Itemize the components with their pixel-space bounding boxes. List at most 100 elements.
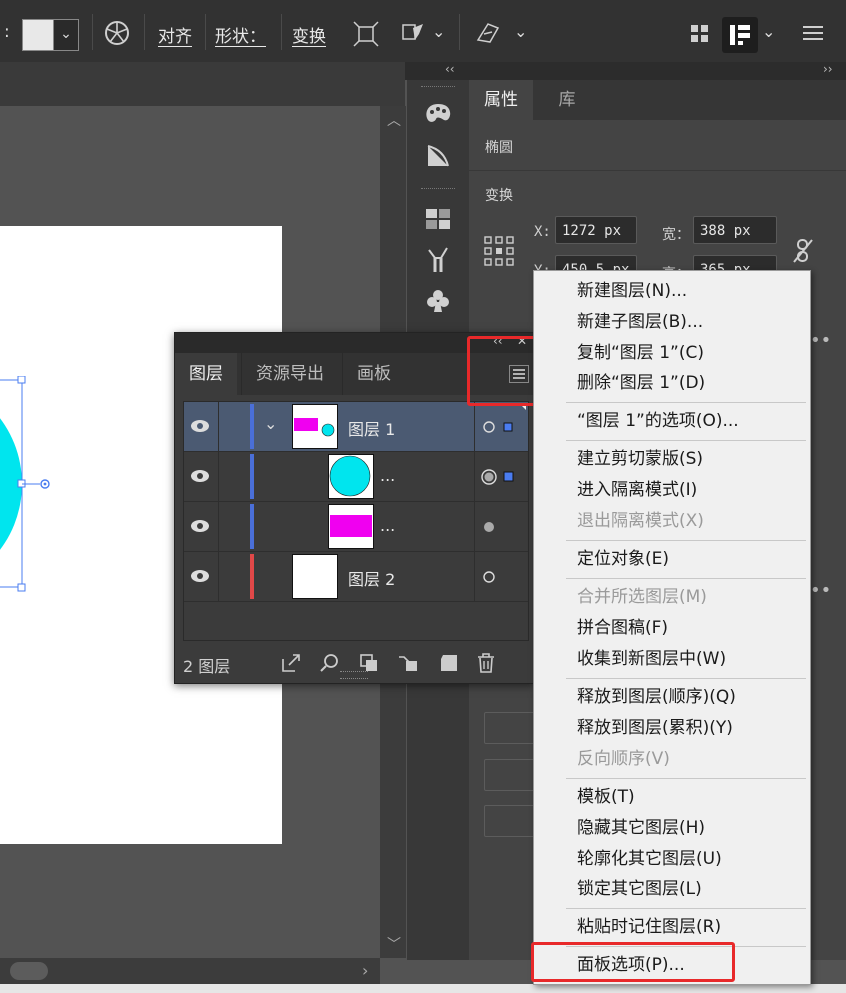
highlight-menu-button bbox=[467, 336, 537, 406]
new-layer-icon[interactable] bbox=[439, 653, 459, 673]
target-circle-icon[interactable] bbox=[482, 420, 522, 434]
locate-search-icon[interactable] bbox=[319, 653, 339, 673]
menu-item-layer-options[interactable]: “图层 1”的选项(O)... bbox=[534, 406, 810, 437]
envelope-distort-icon[interactable] bbox=[474, 20, 502, 46]
menu-item-delete-layer[interactable]: 删除“图层 1”(D) bbox=[534, 368, 810, 399]
menu-separator bbox=[566, 778, 806, 779]
gradient-icon[interactable] bbox=[424, 142, 452, 170]
tab-libraries[interactable]: 库 bbox=[537, 80, 597, 120]
transform-link[interactable]: 变换 bbox=[292, 22, 326, 47]
width-field[interactable]: 388 px bbox=[693, 216, 777, 244]
dock-collapse-bar: ‹‹ ›› bbox=[405, 62, 846, 80]
menu-item-new-layer[interactable]: 新建图层(N)... bbox=[534, 276, 810, 307]
target-circle-icon[interactable] bbox=[482, 520, 496, 534]
scroll-down-icon[interactable]: ﹀ bbox=[387, 934, 401, 954]
canvas-horizontal-scrollbar[interactable]: › bbox=[0, 958, 380, 984]
collapse-left-icon[interactable]: ‹‹ bbox=[445, 62, 455, 76]
more-options-icon[interactable]: •• bbox=[810, 330, 831, 351]
panel-menu-icon[interactable] bbox=[802, 24, 824, 42]
delete-trash-icon[interactable] bbox=[477, 652, 495, 674]
menu-item-flatten-artwork[interactable]: 拼合图稿(F) bbox=[534, 613, 810, 644]
grip bbox=[421, 86, 455, 89]
export-icon[interactable] bbox=[281, 653, 301, 673]
visibility-eye-icon[interactable] bbox=[190, 419, 210, 433]
clipping-mask-icon[interactable] bbox=[359, 653, 379, 673]
highlight-panel-options bbox=[531, 942, 735, 982]
isolate-object-icon[interactable] bbox=[352, 20, 380, 48]
menu-item-paste-remembers-layers[interactable]: 粘贴时记住图层(R) bbox=[534, 912, 810, 943]
tab-artboards[interactable]: 画板 bbox=[342, 353, 405, 395]
swatches-icon[interactable] bbox=[425, 208, 451, 230]
menu-separator bbox=[566, 540, 806, 541]
resize-grip[interactable] bbox=[340, 671, 368, 679]
divider bbox=[92, 14, 93, 50]
layer-color-bar bbox=[250, 554, 254, 599]
brushes-icon[interactable] bbox=[425, 244, 451, 274]
menu-item-new-sublayer[interactable]: 新建子图层(B)... bbox=[534, 307, 810, 338]
more-options-icon[interactable]: •• bbox=[810, 580, 831, 601]
align-link[interactable]: 对齐 bbox=[158, 22, 192, 47]
arrange-dropdown-chevron-icon[interactable]: ⌄ bbox=[762, 22, 775, 41]
layer-color-bar bbox=[250, 454, 254, 499]
layer-row[interactable]: ⌄ 图层 1 bbox=[184, 402, 528, 452]
menu-item-exit-isolation-mode: 退出隔离模式(X) bbox=[577, 511, 704, 531]
menu-item-template[interactable]: 模板(T) bbox=[534, 782, 810, 813]
menu-item-duplicate-layer[interactable]: 复制“图层 1”(C) bbox=[534, 338, 810, 369]
shape-link[interactable]: 形状： bbox=[215, 22, 266, 47]
collapse-right-icon[interactable]: ›› bbox=[823, 62, 833, 76]
target-selected-icon[interactable] bbox=[480, 468, 520, 486]
menu-item-outline-others[interactable]: 轮廓化其它图层(U) bbox=[534, 844, 810, 875]
menu-item-make-clipping-mask[interactable]: 建立剪切蒙版(S) bbox=[534, 444, 810, 475]
visibility-eye-icon[interactable] bbox=[190, 569, 210, 583]
expand-chevron-icon[interactable]: ⌄ bbox=[264, 414, 277, 433]
layer-count: 2 图层 bbox=[183, 657, 231, 676]
scroll-up-icon[interactable]: ︿ bbox=[387, 110, 401, 130]
grid-layout-icon[interactable] bbox=[690, 24, 710, 44]
fill-swatch[interactable] bbox=[22, 19, 54, 51]
menu-item-lock-others[interactable]: 锁定其它图层(L) bbox=[534, 874, 810, 905]
warp-shape-icon[interactable] bbox=[401, 20, 427, 46]
new-sublayer-icon[interactable] bbox=[397, 653, 419, 673]
layer-row[interactable]: 图层 2 bbox=[184, 552, 528, 602]
selected-ellipse[interactable] bbox=[0, 376, 60, 592]
object-name: ... bbox=[380, 466, 396, 485]
layer-row[interactable]: ... bbox=[184, 502, 528, 552]
constrain-proportions-link-icon[interactable] bbox=[792, 238, 814, 264]
scroll-right-icon[interactable]: › bbox=[362, 961, 368, 980]
menu-item-release-to-layers-build[interactable]: 释放到图层(累积)(Y) bbox=[534, 713, 810, 744]
object-type-label: 椭圆 bbox=[485, 140, 513, 156]
recolor-wheel-icon[interactable] bbox=[104, 20, 130, 46]
tab-layers[interactable]: 图层 bbox=[175, 353, 237, 395]
menu-item-merge-selected: 合并所选图层(M) bbox=[577, 587, 707, 607]
distort-dropdown-chevron-icon[interactable]: ⌄ bbox=[514, 22, 527, 41]
menu-item-locate-object[interactable]: 定位对象(E) bbox=[534, 544, 810, 575]
layer-name: 图层 2 bbox=[348, 570, 396, 589]
divider bbox=[474, 502, 475, 551]
warp-dropdown-chevron-icon[interactable]: ⌄ bbox=[432, 22, 445, 41]
fill-dropdown-chevron-icon[interactable]: ⌄ bbox=[53, 19, 79, 51]
layers-list: ⌄ 图层 1 ... ... 图层 2 bbox=[183, 401, 529, 641]
visibility-eye-icon[interactable] bbox=[190, 519, 210, 533]
menu-item-hide-others[interactable]: 隐藏其它图层(H) bbox=[534, 813, 810, 844]
reference-point-icon[interactable] bbox=[484, 236, 514, 266]
menu-item-enter-isolation-mode[interactable]: 进入隔离模式(I) bbox=[534, 475, 810, 506]
symbols-club-icon[interactable] bbox=[425, 288, 451, 314]
divider bbox=[474, 452, 475, 501]
arrange-documents-button[interactable] bbox=[722, 17, 758, 53]
object-name: ... bbox=[380, 516, 396, 535]
layer-row[interactable]: ... bbox=[184, 452, 528, 502]
visibility-eye-icon[interactable] bbox=[190, 469, 210, 483]
document-tab-bar bbox=[0, 62, 405, 107]
status-strip bbox=[0, 984, 846, 993]
tab-properties[interactable]: 属性 bbox=[469, 80, 533, 120]
menu-item-collect-in-new-layer[interactable]: 收集到新图层中(W) bbox=[534, 644, 810, 675]
tab-asset-export[interactable]: 资源导出 bbox=[241, 353, 338, 395]
menu-item-release-to-layers-sequence[interactable]: 释放到图层(顺序)(Q) bbox=[534, 682, 810, 713]
scroll-thumb[interactable] bbox=[10, 962, 48, 980]
x-position-field[interactable]: 1272 px bbox=[555, 216, 637, 244]
arrange-documents-icon bbox=[730, 25, 750, 45]
ellipse-thumbnail bbox=[328, 454, 374, 499]
target-circle-icon[interactable] bbox=[482, 570, 496, 584]
rectangle-thumbnail bbox=[328, 504, 374, 549]
color-palette-icon[interactable] bbox=[424, 102, 452, 126]
